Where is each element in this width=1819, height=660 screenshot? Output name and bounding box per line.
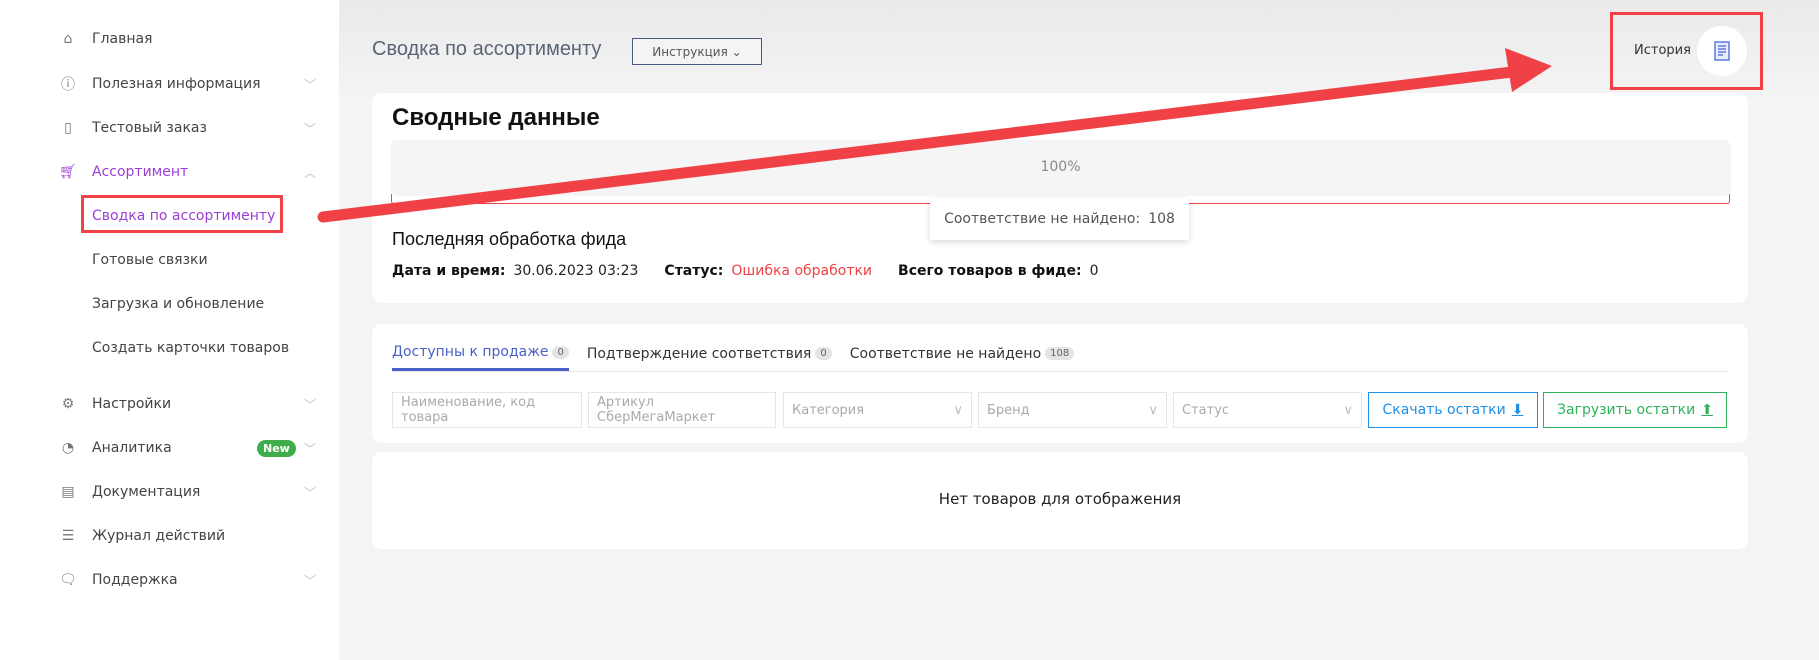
progress-tooltip: Соответствие не найдено: 108 [930, 198, 1189, 240]
chevron-down-icon: ﹀ [304, 485, 317, 500]
empty-state-card: Нет товаров для отображения [372, 452, 1748, 549]
last-processing-title: Последняя обработка фида [392, 229, 627, 249]
sidebar-item-upload[interactable]: Загрузка и обновление [0, 286, 339, 322]
empty-message: Нет товаров для отображения [938, 490, 1182, 508]
status-error: Ошибка обработки [731, 263, 873, 279]
summary-title: Сводные данные [392, 104, 600, 131]
download-icon: ⬇ [1511, 402, 1524, 418]
upload-stock-button[interactable]: Загрузить остатки ⬆ [1543, 392, 1727, 428]
chevron-down-icon: ∨ [1343, 402, 1353, 418]
sidebar-item-analytics[interactable]: ◔ Аналитика New ﹀ [0, 430, 339, 466]
tabs-divider [392, 371, 1728, 372]
sidebar-item-test-order[interactable]: ▯ Тестовый заказ ﹀ [0, 110, 339, 146]
info-icon: ⓘ [61, 77, 75, 93]
sidebar-item-ready-links[interactable]: Готовые связки [0, 242, 339, 278]
category-select[interactable]: Категория ∨ [783, 392, 972, 428]
chevron-down-icon: ﹀ [304, 573, 317, 588]
sidebar-item-support[interactable]: 🗨︎ Поддержка ﹀ [0, 562, 339, 598]
chevron-down-icon: ﹀ [304, 121, 317, 136]
brand-select[interactable]: Бренд ∨ [978, 392, 1167, 428]
cart-icon: 🛒︎ [59, 164, 77, 180]
summary-card: Сводные данные 100% Соответствие не найд… [372, 93, 1748, 303]
highlight-box-sidebar [81, 195, 283, 233]
sidebar-item-info[interactable]: ⓘ Полезная информация ﹀ [0, 66, 339, 102]
list-icon: ☰ [61, 528, 75, 544]
chevron-down-icon: ∨ [1148, 402, 1158, 418]
chevron-down-icon: ∨ [953, 402, 963, 418]
bag-icon: ▯ [64, 120, 72, 136]
article-search-input[interactable]: Артикул СберМегаМаркет [588, 392, 776, 428]
instruction-dropdown[interactable]: Инструкция ⌄ [632, 38, 762, 65]
gear-icon: ⚙ [61, 396, 75, 412]
products-card: Доступны к продаже 0 Подтверждение соотве… [372, 324, 1748, 443]
highlight-box-history [1610, 12, 1763, 90]
upload-icon: ⬆ [1701, 402, 1713, 418]
tab-not-found[interactable]: Соответствие не найдено 108 [850, 344, 1075, 371]
chevron-up-icon: ︿ [304, 165, 317, 180]
chevron-down-icon: ⌄ [731, 44, 742, 59]
sidebar-item-settings[interactable]: ⚙ Настройки ﹀ [0, 386, 339, 422]
processing-meta: Дата и время: 30.06.2023 03:23 Статус: Оши… [392, 263, 1099, 279]
document-icon: ▤ [61, 484, 75, 500]
sidebar-item-create-cards[interactable]: Создать карточки товаров [0, 330, 339, 366]
download-stock-button[interactable]: Скачать остатки ⬇ [1368, 392, 1538, 428]
chevron-down-icon: ﹀ [304, 397, 317, 412]
sidebar-item-assortment[interactable]: 🛒︎ Ассортимент ︿ [0, 154, 339, 190]
home-icon: ⌂ [63, 31, 73, 47]
sidebar-item-documentation[interactable]: ▤ Документация ﹀ [0, 474, 339, 510]
chat-icon: 🗨︎ [59, 572, 77, 588]
name-search-input[interactable]: Наименование, код товара [392, 392, 582, 428]
sidebar: ⌂ Главная ⓘ Полезная информация ﹀ ▯ Тестовый… [0, 0, 339, 660]
pie-icon: ◔ [61, 440, 75, 456]
progress-bar[interactable]: 100% [391, 140, 1730, 194]
status-select[interactable]: Статус ∨ [1173, 392, 1362, 428]
sidebar-item-action-log[interactable]: ☰ Журнал действий [0, 518, 339, 554]
page-title: Сводка по ассортименту [372, 38, 602, 60]
tab-confirmation[interactable]: Подтверждение соответствия 0 [587, 344, 832, 371]
tabs: Доступны к продаже 0 Подтверждение соотве… [392, 344, 1075, 371]
chevron-down-icon: ﹀ [304, 441, 317, 456]
tab-available[interactable]: Доступны к продаже 0 [392, 344, 569, 371]
chevron-down-icon: ﹀ [304, 77, 317, 92]
sidebar-item-home[interactable]: ⌂ Главная [0, 21, 339, 57]
new-badge: New [257, 439, 296, 457]
